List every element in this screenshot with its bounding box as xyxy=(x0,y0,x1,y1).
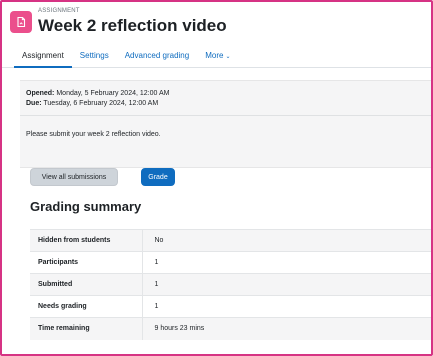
activity-dates: Opened: Monday, 5 February 2024, 12:00 A… xyxy=(26,89,169,109)
grading-summary-heading: Grading summary xyxy=(30,199,142,214)
row-value: No xyxy=(154,237,164,244)
table-row: Time remaining 9 hours 23 mins xyxy=(30,317,431,340)
row-label: Needs grading xyxy=(30,295,143,318)
activity-information: Opened: Monday, 5 February 2024, 12:00 A… xyxy=(20,80,431,168)
tab-more[interactable]: More ⌄ xyxy=(197,42,238,67)
view-all-submissions-button[interactable]: View all submissions xyxy=(30,168,118,186)
due-date: Due: Tuesday, 6 February 2024, 12:00 AM xyxy=(26,99,169,109)
grade-button[interactable]: Grade xyxy=(141,168,175,186)
tab-assignment[interactable]: Assignment xyxy=(14,42,72,68)
opened-date: Opened: Monday, 5 February 2024, 12:00 A… xyxy=(26,89,169,99)
table-row: Submitted 1 xyxy=(30,273,431,296)
due-label: Due: xyxy=(26,100,42,107)
row-value: 1 xyxy=(154,303,159,310)
document-icon xyxy=(17,16,26,28)
row-value: 1 xyxy=(154,259,159,266)
chevron-down-icon: ⌄ xyxy=(225,54,231,60)
page-header: ASSIGNMENT Week 2 reflection video xyxy=(8,6,428,36)
table-row: Needs grading 1 xyxy=(30,295,431,318)
tab-more-label: More xyxy=(205,51,224,60)
row-label: Hidden from students xyxy=(30,229,143,252)
activity-description: Please submit your week 2 reflection vid… xyxy=(26,131,161,138)
opened-value: Monday, 5 February 2024, 12:00 AM xyxy=(56,90,170,97)
row-label: Submitted xyxy=(30,273,143,296)
opened-label: Opened: xyxy=(26,90,55,97)
page-frame: ASSIGNMENT Week 2 reflection video Assig… xyxy=(0,0,433,356)
tab-settings[interactable]: Settings xyxy=(72,42,117,67)
tab-advanced-grading[interactable]: Advanced grading xyxy=(117,42,198,67)
due-value: Tuesday, 6 February 2024, 12:00 AM xyxy=(43,100,159,107)
row-value: 1 xyxy=(154,281,159,288)
page-title: Week 2 reflection video xyxy=(38,16,227,35)
table-row: Hidden from students No xyxy=(30,229,431,252)
assignment-icon xyxy=(10,11,32,33)
row-label: Participants xyxy=(30,251,143,274)
divider xyxy=(20,115,431,116)
activity-type-label: ASSIGNMENT xyxy=(38,8,80,14)
table-row: Participants 1 xyxy=(30,251,431,274)
row-label: Time remaining xyxy=(30,317,143,340)
row-value: 9 hours 23 mins xyxy=(154,325,205,333)
secondary-navigation: Assignment Settings Advanced grading Mor… xyxy=(2,42,431,68)
grading-summary-table: Hidden from students No Participants 1 S… xyxy=(30,229,431,340)
